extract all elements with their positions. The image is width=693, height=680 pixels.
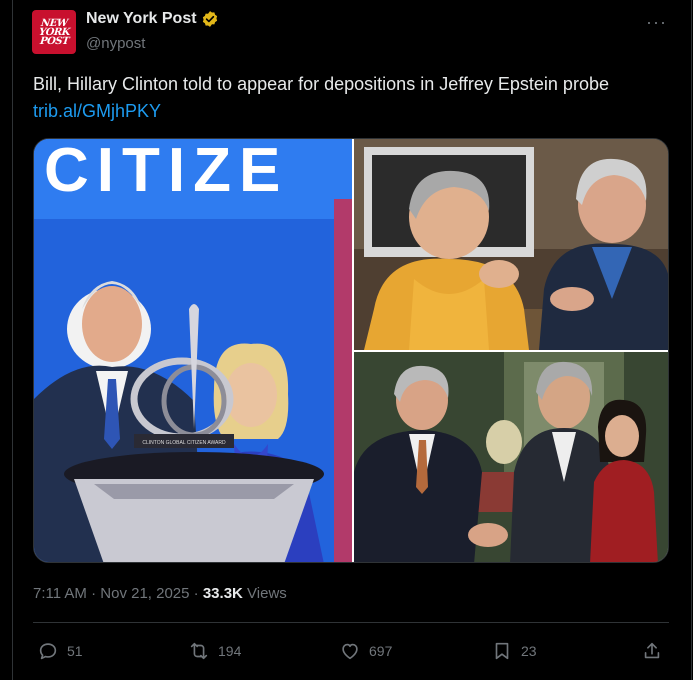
photo-award-stage-image: CITIZE CLINTON GLOBAL CITIZEN AWARD xyxy=(34,139,352,562)
reply-icon xyxy=(39,643,57,660)
stage-text: CITIZE xyxy=(44,139,288,205)
like-count: 697 xyxy=(369,643,393,659)
like-button[interactable]: 697 xyxy=(339,640,392,662)
tweet-date[interactable]: Nov 21, 2025 xyxy=(100,585,189,602)
bookmark-button[interactable]: 23 xyxy=(491,640,537,662)
tweet-time[interactable]: 7:11 AM xyxy=(33,585,87,602)
repost-count: 194 xyxy=(218,643,242,659)
reply-count: 51 xyxy=(67,643,83,659)
meta-separator: · xyxy=(189,585,203,602)
account-name-row: New York Post xyxy=(86,10,219,28)
divider xyxy=(33,622,669,623)
views-label: Views xyxy=(242,585,287,602)
more-options-icon[interactable]: ··· xyxy=(646,12,667,33)
photo-seated-meeting[interactable] xyxy=(354,139,668,350)
reply-button[interactable]: 51 xyxy=(37,640,83,662)
bookmark-count: 23 xyxy=(521,643,537,659)
tweet-meta: 7:11 AM · Nov 21, 2025 · 33.3K Views xyxy=(33,585,287,602)
account-name[interactable]: New York Post xyxy=(86,10,197,28)
award-label: CLINTON GLOBAL CITIZEN AWARD xyxy=(142,440,226,446)
verified-badge-icon[interactable] xyxy=(201,10,219,28)
avatar[interactable]: NEW YORK POST xyxy=(32,10,76,54)
bookmark-icon xyxy=(495,642,509,660)
views-count: 33.3K xyxy=(202,585,243,602)
account-handle[interactable]: @nypost xyxy=(86,35,145,52)
repost-button[interactable]: 194 xyxy=(188,640,241,662)
photo-handshake[interactable] xyxy=(354,352,668,562)
share-button[interactable] xyxy=(641,640,663,662)
heart-icon xyxy=(342,643,358,660)
share-icon xyxy=(644,642,660,659)
tweet-link[interactable]: trib.al/GMjhPKY xyxy=(33,101,161,122)
photo-award-stage[interactable]: CITIZE CLINTON GLOBAL CITIZEN AWARD xyxy=(34,139,352,562)
tweet-text: Bill, Hillary Clinton told to appear for… xyxy=(33,74,609,94)
meta-separator: · xyxy=(86,585,101,602)
photo-handshake-image xyxy=(354,352,668,562)
media-grid[interactable]: CITIZE CLINTON GLOBAL CITIZEN AWARD xyxy=(33,138,669,563)
photo-seated-meeting-image xyxy=(354,139,668,350)
avatar-text-line3: POST xyxy=(38,35,70,47)
repost-icon xyxy=(190,642,208,660)
